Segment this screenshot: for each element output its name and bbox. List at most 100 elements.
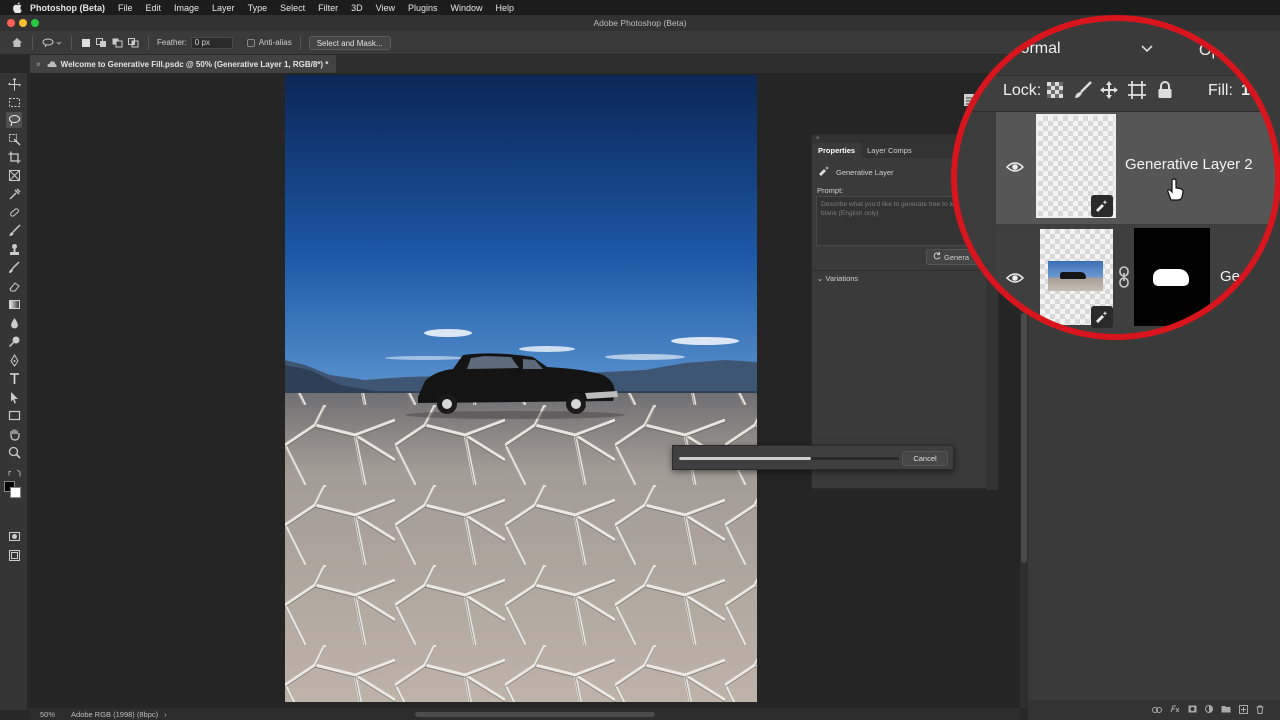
layer-name[interactable]: Ge (1220, 268, 1240, 285)
lock-pixels-icon[interactable] (1073, 81, 1093, 104)
delete-layer-icon[interactable] (1256, 705, 1264, 716)
feather-input[interactable]: 0 px (190, 36, 233, 49)
lock-label: Lock: (1003, 82, 1042, 99)
screen-mode-icon[interactable] (6, 547, 22, 563)
lock-artboard-icon[interactable] (1128, 81, 1146, 104)
cancel-button[interactable]: Cancel (902, 451, 948, 466)
scrollbar-thumb[interactable] (1021, 313, 1027, 563)
select-and-mask-button[interactable]: Select and Mask... (308, 35, 391, 50)
intersect-selection-icon[interactable] (128, 37, 139, 48)
menu-window[interactable]: Window (451, 3, 483, 13)
subtract-selection-icon[interactable] (112, 38, 123, 48)
clone-stamp-tool-icon[interactable] (6, 241, 22, 257)
object-selection-tool-icon[interactable] (6, 131, 22, 147)
hand-tool-icon[interactable] (6, 426, 22, 442)
divider (299, 35, 301, 50)
close-window-button[interactable] (7, 19, 15, 27)
hand-cursor-icon (1167, 178, 1184, 201)
blend-mode-value: Normal (1009, 40, 1061, 57)
healing-brush-tool-icon[interactable] (6, 204, 22, 220)
visibility-eye-icon[interactable] (1006, 161, 1024, 173)
status-menu-arrow[interactable]: › (164, 710, 167, 719)
add-selection-icon[interactable] (96, 37, 107, 48)
blur-tool-icon[interactable] (6, 315, 22, 331)
close-tab-icon[interactable]: × (36, 60, 41, 69)
minimize-window-button[interactable] (19, 19, 27, 27)
generation-progress-dialog: Cancel (672, 445, 954, 470)
zoom-window-button[interactable] (31, 19, 39, 27)
dodge-tool-icon[interactable] (6, 333, 22, 349)
lasso-tool-preset-icon[interactable] (41, 38, 63, 48)
thumbnail-car-shape (1060, 272, 1086, 279)
visibility-eye-icon[interactable] (1006, 272, 1024, 284)
photoshop-window: Photoshop (Beta) File Edit Image Layer T… (0, 0, 1280, 720)
new-group-icon[interactable] (1221, 705, 1231, 715)
prompt-label: Prompt: (817, 186, 844, 195)
new-selection-icon[interactable] (81, 38, 91, 48)
brush-tool-icon[interactable] (6, 222, 22, 238)
selection-mode-group (80, 37, 140, 48)
eyedropper-tool-icon[interactable] (6, 186, 22, 202)
home-icon[interactable] (10, 37, 24, 48)
gradient-tool-icon[interactable] (6, 296, 22, 312)
add-mask-icon[interactable] (1188, 705, 1197, 715)
document-image[interactable] (285, 75, 757, 702)
menu-view[interactable]: View (376, 3, 395, 13)
user-avatar[interactable] (1221, 32, 1239, 48)
lasso-tool-icon[interactable] (6, 112, 22, 128)
menu-type[interactable]: Type (248, 3, 268, 13)
horizontal-scrollbar-thumb[interactable] (415, 712, 655, 717)
menu-file[interactable]: File (118, 3, 133, 13)
adjustment-layer-icon[interactable] (1205, 705, 1213, 715)
quick-mask-icon[interactable] (6, 528, 22, 544)
menu-plugins[interactable]: Plugins (408, 3, 438, 13)
pen-tool-icon[interactable] (6, 352, 22, 368)
document-tab[interactable]: × Welcome to Generative Fill.psdc @ 50% … (30, 55, 337, 73)
variations-section[interactable]: ⌄ Variations (817, 274, 858, 283)
rectangle-tool-icon[interactable] (6, 407, 22, 423)
generative-badge-icon (1091, 306, 1113, 328)
swap-colors-icon[interactable] (6, 468, 22, 478)
type-tool-icon[interactable] (6, 370, 22, 386)
layer-name[interactable]: Generative Layer 2 (1125, 156, 1253, 173)
link-layers-icon[interactable] (1152, 706, 1162, 715)
layer-link-icon[interactable] (1118, 266, 1130, 288)
layer-mask-thumbnail[interactable] (1134, 228, 1210, 326)
crop-tool-icon[interactable] (6, 149, 22, 165)
menu-3d[interactable]: 3D (351, 3, 363, 13)
layer-effects-icon[interactable] (1170, 705, 1180, 715)
menu-edit[interactable]: Edit (146, 3, 162, 13)
lock-all-icon[interactable] (1157, 81, 1173, 104)
menu-help[interactable]: Help (496, 3, 515, 13)
mask-shape (1153, 269, 1189, 286)
marquee-tool-icon[interactable] (6, 94, 22, 110)
background-color-swatch[interactable] (10, 487, 21, 498)
menu-layer[interactable]: Layer (212, 3, 235, 13)
document-tab-title: Welcome to Generative Fill.psdc @ 50% (G… (60, 59, 329, 69)
generative-badge-icon (1091, 195, 1113, 217)
menu-image[interactable]: Image (174, 3, 199, 13)
layers-panel-footer (1028, 700, 1280, 720)
fill-value[interactable]: 10 (1241, 82, 1259, 100)
tab-layer-comps[interactable]: Layer Comps (861, 143, 918, 158)
path-selection-tool-icon[interactable] (6, 389, 22, 405)
menu-filter[interactable]: Filter (318, 3, 338, 13)
menu-select[interactable]: Select (280, 3, 305, 13)
generative-layer-label: Generative Layer (836, 167, 894, 177)
zoom-tool-icon[interactable] (6, 444, 22, 460)
lock-position-icon[interactable] (1100, 81, 1118, 104)
document-tab-bar: × Welcome to Generative Fill.psdc @ 50% … (30, 55, 1020, 73)
lock-transparency-icon[interactable] (1047, 82, 1063, 103)
eraser-tool-icon[interactable] (6, 278, 22, 294)
history-brush-tool-icon[interactable] (6, 259, 22, 275)
zoom-level[interactable]: 50% (40, 710, 55, 719)
anti-alias-checkbox[interactable] (246, 38, 255, 47)
blend-mode-dropdown[interactable]: Normal (1009, 40, 1153, 58)
new-layer-icon[interactable] (1239, 704, 1248, 716)
app-name-menu[interactable]: Photoshop (Beta) (30, 3, 105, 13)
move-tool-icon[interactable] (6, 76, 22, 92)
apple-icon[interactable] (10, 1, 24, 15)
frame-tool-icon[interactable] (6, 167, 22, 183)
layers-magnifier-callout: Normal Opacity Lock: Fill: 10 Generative… (951, 15, 1280, 340)
tab-properties[interactable]: Properties (812, 143, 862, 158)
